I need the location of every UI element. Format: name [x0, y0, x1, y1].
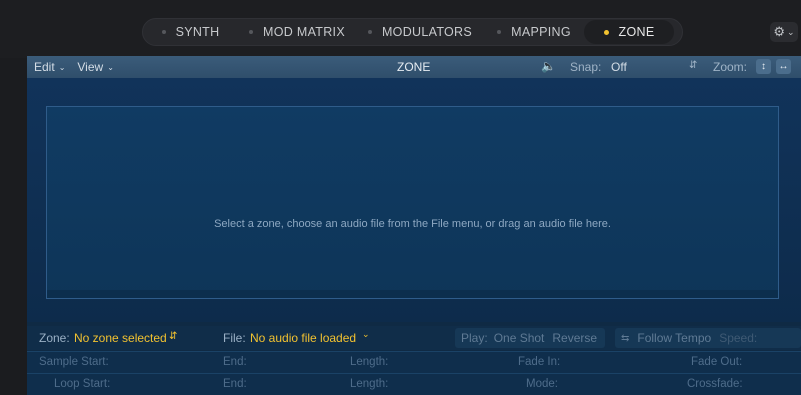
end-field[interactable]: End: — [223, 356, 247, 368]
file-label: File: — [223, 331, 246, 345]
zoom-horizontal-icon[interactable]: ↔ — [776, 59, 791, 74]
tab-bar: SYNTH MOD MATRIX MODULATORS MAPPING ZONE — [142, 18, 683, 46]
snap-select[interactable]: Off — [611, 60, 627, 74]
one-shot-button[interactable]: One Shot — [494, 331, 545, 345]
view-menu[interactable]: View ⌄ — [77, 60, 114, 74]
tab-mapping[interactable]: MAPPING — [484, 20, 584, 44]
zone-select[interactable]: No zone selected — [74, 331, 167, 345]
play-label: Play: — [461, 331, 488, 345]
edit-menu[interactable]: Edit ⌄ — [34, 60, 65, 74]
tab-label: ZONE — [618, 25, 655, 39]
tab-indicator-dot — [249, 30, 254, 34]
tab-indicator-dot — [367, 30, 372, 34]
tab-indicator-dot — [161, 30, 166, 34]
speaker-icon[interactable]: 🔈 — [541, 59, 556, 73]
sample-row: Sample Start: End: Length: Fade In: Fade… — [27, 351, 801, 373]
zone-waveform-area: Select a zone, choose an audio file from… — [27, 78, 801, 322]
crossfade-field[interactable]: Crossfade: — [687, 378, 743, 390]
chevron-down-icon: ⌄ — [787, 26, 795, 37]
zone-label: Zone: — [39, 331, 70, 345]
audio-drop-zone[interactable]: Select a zone, choose an audio file from… — [46, 106, 779, 299]
speed-label: Speed: — [719, 331, 758, 345]
up-down-arrows-icon[interactable]: ⇵ — [689, 60, 697, 71]
settings-menu-button[interactable]: ⚙ ⌄ — [770, 22, 798, 42]
loop-row: Loop Start: End: Length: Mode: Crossfade… — [27, 373, 801, 395]
chevron-down-icon: ⌄ — [58, 62, 66, 72]
snap-label: Snap: — [570, 60, 602, 74]
reverse-button[interactable]: Reverse — [552, 331, 597, 345]
chevron-down-icon: ⌄ — [362, 329, 370, 339]
tab-zone[interactable]: ZONE — [584, 20, 674, 44]
chevron-down-icon: ⌄ — [107, 62, 114, 72]
tab-synth[interactable]: SYNTH — [143, 20, 238, 44]
zone-panel: Edit ⌄ View ⌄ ZONE 🔈 Snap: Off ⇵ Zoom: ↕… — [27, 56, 801, 395]
follow-tempo-button[interactable]: Follow Tempo — [637, 331, 711, 345]
play-mode-group: Play: One Shot Reverse — [455, 328, 605, 348]
zone-parameter-fields: Sample Start: End: Length: Fade In: Fade… — [27, 351, 801, 395]
edit-menu-label: Edit — [34, 60, 55, 74]
link-icon: ⇆ — [621, 332, 630, 344]
view-menu-label: View — [77, 60, 104, 74]
zoom-vertical-icon[interactable]: ↕ — [756, 59, 771, 74]
zoom-label: Zoom: — [713, 60, 748, 74]
drop-zone-bottom-bar — [47, 290, 778, 298]
end-field[interactable]: End: — [223, 378, 247, 390]
file-select[interactable]: No audio file loaded — [250, 331, 356, 345]
mode-field[interactable]: Mode: — [526, 378, 558, 390]
tab-indicator-dot — [603, 29, 609, 35]
tab-mod-matrix[interactable]: MOD MATRIX — [238, 20, 356, 44]
tab-label: MAPPING — [511, 25, 571, 39]
sample-start-field[interactable]: Sample Start: — [39, 356, 109, 368]
tab-modulators[interactable]: MODULATORS — [356, 20, 484, 44]
tab-label: MOD MATRIX — [263, 25, 345, 39]
up-down-arrows-icon: ⇵ — [169, 331, 178, 342]
fade-out-field[interactable]: Fade Out: — [691, 356, 742, 368]
fade-in-field[interactable]: Fade In: — [518, 356, 560, 368]
tab-label: SYNTH — [175, 25, 220, 39]
length-field[interactable]: Length: — [350, 378, 388, 390]
panel-title: ZONE — [397, 60, 431, 74]
drop-hint-text: Select a zone, choose an audio file from… — [214, 218, 611, 230]
gear-icon: ⚙ — [773, 24, 786, 39]
tempo-group: ⇆ Follow Tempo Speed: — [615, 328, 801, 348]
zone-toolbar: Edit ⌄ View ⌄ ZONE 🔈 Snap: Off ⇵ Zoom: ↕… — [27, 56, 801, 79]
zone-info-bar: Zone: No zone selected ⇵ File: No audio … — [27, 326, 801, 350]
top-bar: SYNTH MOD MATRIX MODULATORS MAPPING ZONE… — [0, 0, 801, 58]
loop-start-field[interactable]: Loop Start: — [54, 378, 110, 390]
tab-label: MODULATORS — [381, 25, 473, 39]
tab-indicator-dot — [497, 30, 502, 34]
length-field[interactable]: Length: — [350, 356, 388, 368]
